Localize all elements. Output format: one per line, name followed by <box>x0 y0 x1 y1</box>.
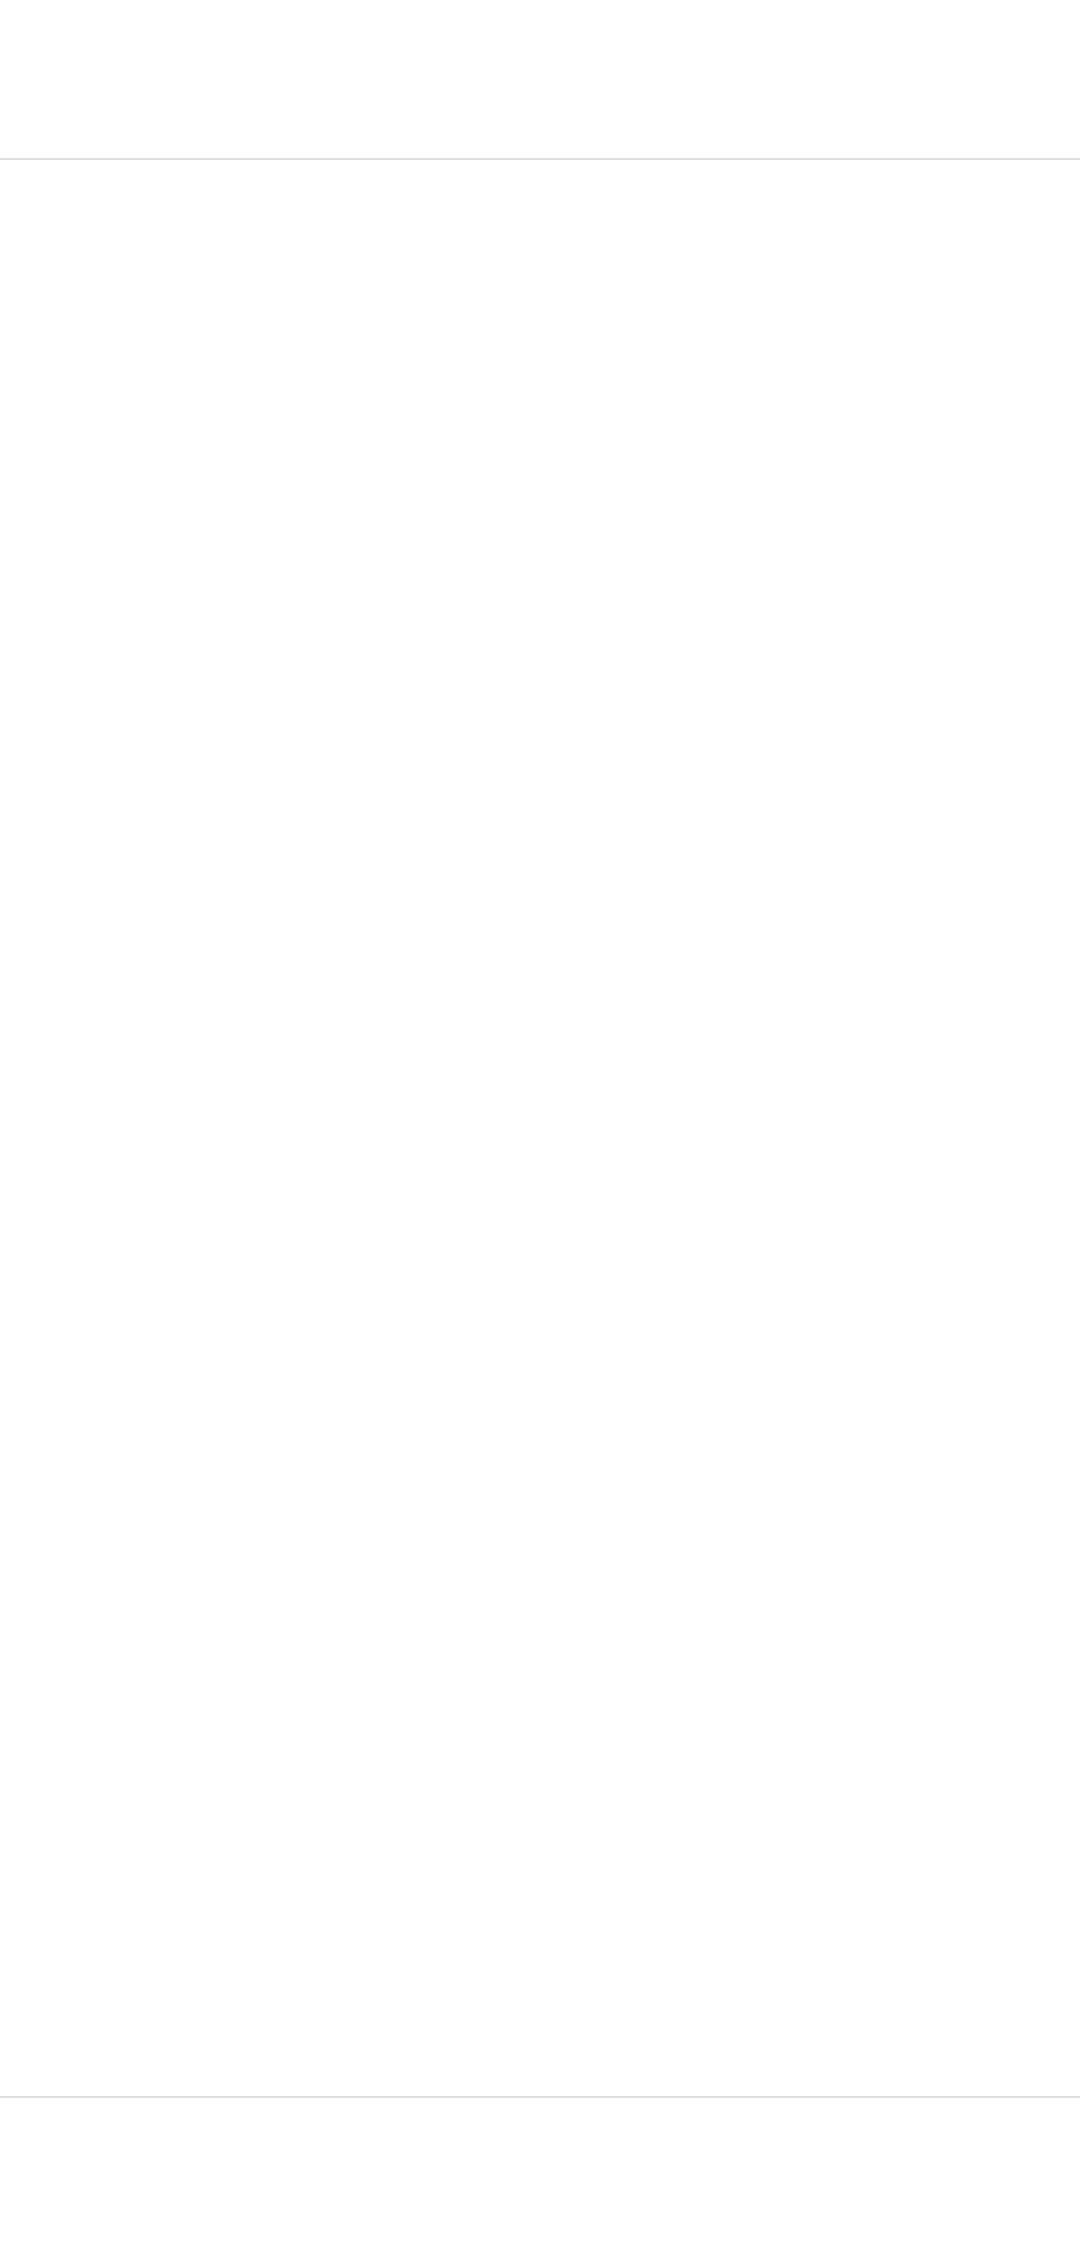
screen <box>0 0 1080 2256</box>
content-area <box>0 160 1080 2096</box>
top-bar <box>0 0 1080 160</box>
bottom-bar <box>0 2096 1080 2256</box>
